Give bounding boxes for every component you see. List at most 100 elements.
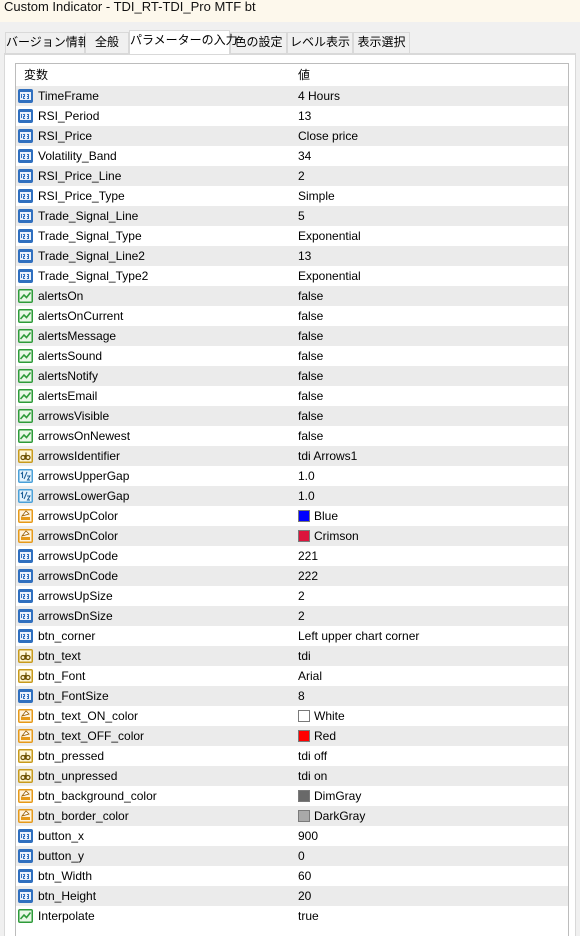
value-cell[interactable]: Exponential bbox=[293, 226, 568, 246]
value-cell[interactable]: 2 bbox=[293, 166, 568, 186]
variable-value[interactable]: 2 bbox=[298, 166, 305, 186]
variable-value[interactable]: 13 bbox=[298, 246, 311, 266]
variable-value[interactable]: 221 bbox=[298, 546, 318, 566]
variable-value[interactable]: tdi bbox=[298, 646, 311, 666]
value-cell[interactable]: DarkGray bbox=[293, 806, 568, 826]
value-cell[interactable]: Red bbox=[293, 726, 568, 746]
value-cell[interactable]: 221 bbox=[293, 546, 568, 566]
variable-value[interactable]: false bbox=[298, 386, 323, 406]
variable-value[interactable]: 0 bbox=[298, 846, 305, 866]
variable-value[interactable]: Exponential bbox=[298, 266, 361, 286]
value-cell[interactable]: 2 bbox=[293, 586, 568, 606]
value-cell[interactable]: tdi Arrows1 bbox=[293, 446, 568, 466]
value-cell[interactable]: Arial bbox=[293, 666, 568, 686]
variable-value[interactable]: Blue bbox=[314, 506, 338, 526]
value-cell[interactable]: White bbox=[293, 706, 568, 726]
value-cell[interactable]: 900 bbox=[293, 826, 568, 846]
table-row[interactable]: btn_background_color DimGray bbox=[16, 786, 568, 806]
value-cell[interactable]: false bbox=[293, 406, 568, 426]
variable-value[interactable]: false bbox=[298, 406, 323, 426]
variable-value[interactable]: false bbox=[298, 366, 323, 386]
variable-value[interactable]: tdi Arrows1 bbox=[298, 446, 357, 466]
variable-value[interactable]: 4 Hours bbox=[298, 86, 340, 106]
value-cell[interactable]: false bbox=[293, 366, 568, 386]
value-cell[interactable]: false bbox=[293, 326, 568, 346]
variable-value[interactable]: Simple bbox=[298, 186, 335, 206]
table-row[interactable]: btn_Font Arial bbox=[16, 666, 568, 686]
table-row[interactable]: RSI_Price Close price bbox=[16, 126, 568, 146]
value-cell[interactable]: Blue bbox=[293, 506, 568, 526]
table-row[interactable]: arrowsDnColor Crimson bbox=[16, 526, 568, 546]
tab-color-settings[interactable]: 色の設定 bbox=[230, 32, 287, 53]
table-row[interactable]: arrowsVisible false bbox=[16, 406, 568, 426]
table-row[interactable]: btn_corner Left upper chart corner bbox=[16, 626, 568, 646]
table-row[interactable]: alertsNotify false bbox=[16, 366, 568, 386]
table-row[interactable]: RSI_Price_Type Simple bbox=[16, 186, 568, 206]
tab-general[interactable]: 全般 bbox=[85, 32, 129, 53]
variable-value[interactable]: 60 bbox=[298, 866, 311, 886]
table-row[interactable]: Trade_Signal_Type Exponential bbox=[16, 226, 568, 246]
table-row[interactable]: arrowsDnSize 2 bbox=[16, 606, 568, 626]
table-row[interactable]: btn_Height 20 bbox=[16, 886, 568, 906]
table-row[interactable]: Trade_Signal_Line 5 bbox=[16, 206, 568, 226]
variable-value[interactable]: false bbox=[298, 286, 323, 306]
table-row[interactable]: arrowsIdentifier tdi Arrows1 bbox=[16, 446, 568, 466]
value-cell[interactable]: 1.0 bbox=[293, 466, 568, 486]
variable-value[interactable]: true bbox=[298, 906, 319, 926]
variable-value[interactable]: 1.0 bbox=[298, 486, 315, 506]
variable-value[interactable]: false bbox=[298, 346, 323, 366]
table-row[interactable]: btn_pressed tdi off bbox=[16, 746, 568, 766]
variable-value[interactable]: 2 bbox=[298, 586, 305, 606]
variable-value[interactable]: tdi on bbox=[298, 766, 327, 786]
variable-value[interactable]: 1.0 bbox=[298, 466, 315, 486]
table-row[interactable]: btn_unpressed tdi on bbox=[16, 766, 568, 786]
variable-value[interactable]: 34 bbox=[298, 146, 311, 166]
variable-value[interactable]: 8 bbox=[298, 686, 305, 706]
table-row[interactable]: alertsEmail false bbox=[16, 386, 568, 406]
table-row[interactable]: button_x 900 bbox=[16, 826, 568, 846]
table-row[interactable]: alertsMessage false bbox=[16, 326, 568, 346]
table-row[interactable]: btn_border_color DarkGray bbox=[16, 806, 568, 826]
value-cell[interactable]: Close price bbox=[293, 126, 568, 146]
variable-value[interactable]: White bbox=[314, 706, 345, 726]
table-row[interactable]: alertsOnCurrent false bbox=[16, 306, 568, 326]
table-row[interactable]: arrowsDnCode 222 bbox=[16, 566, 568, 586]
value-cell[interactable]: Simple bbox=[293, 186, 568, 206]
value-cell[interactable]: false bbox=[293, 286, 568, 306]
value-cell[interactable]: 2 bbox=[293, 606, 568, 626]
table-row[interactable]: Interpolate true bbox=[16, 906, 568, 926]
table-row[interactable]: btn_text_ON_color White bbox=[16, 706, 568, 726]
value-cell[interactable]: false bbox=[293, 386, 568, 406]
table-row[interactable]: Trade_Signal_Type2 Exponential bbox=[16, 266, 568, 286]
value-cell[interactable]: 20 bbox=[293, 886, 568, 906]
table-row[interactable]: btn_Width 60 bbox=[16, 866, 568, 886]
value-cell[interactable]: tdi on bbox=[293, 766, 568, 786]
value-cell[interactable]: 13 bbox=[293, 106, 568, 126]
variable-value[interactable]: 20 bbox=[298, 886, 311, 906]
table-row[interactable]: TimeFrame 4 Hours bbox=[16, 86, 568, 106]
value-cell[interactable]: true bbox=[293, 906, 568, 926]
variable-value[interactable]: 900 bbox=[298, 826, 318, 846]
variable-value[interactable]: Close price bbox=[298, 126, 358, 146]
table-row[interactable]: arrowsUpperGap 1.0 bbox=[16, 466, 568, 486]
variable-value[interactable]: Arial bbox=[298, 666, 322, 686]
value-cell[interactable]: DimGray bbox=[293, 786, 568, 806]
table-row[interactable]: alertsOn false bbox=[16, 286, 568, 306]
variable-value[interactable]: 2 bbox=[298, 606, 305, 626]
value-cell[interactable]: false bbox=[293, 346, 568, 366]
variable-value[interactable]: Crimson bbox=[314, 526, 359, 546]
value-cell[interactable]: false bbox=[293, 306, 568, 326]
table-row[interactable]: arrowsUpColor Blue bbox=[16, 506, 568, 526]
value-cell[interactable]: 13 bbox=[293, 246, 568, 266]
value-cell[interactable]: tdi bbox=[293, 646, 568, 666]
value-cell[interactable]: tdi off bbox=[293, 746, 568, 766]
table-row[interactable]: Trade_Signal_Line2 13 bbox=[16, 246, 568, 266]
table-row[interactable]: btn_FontSize 8 bbox=[16, 686, 568, 706]
variable-value[interactable]: false bbox=[298, 326, 323, 346]
table-row[interactable]: arrowsLowerGap 1.0 bbox=[16, 486, 568, 506]
table-row[interactable]: btn_text tdi bbox=[16, 646, 568, 666]
table-row[interactable]: RSI_Price_Line 2 bbox=[16, 166, 568, 186]
value-cell[interactable]: 0 bbox=[293, 846, 568, 866]
variable-value[interactable]: tdi off bbox=[298, 746, 327, 766]
variable-value[interactable]: 5 bbox=[298, 206, 305, 226]
